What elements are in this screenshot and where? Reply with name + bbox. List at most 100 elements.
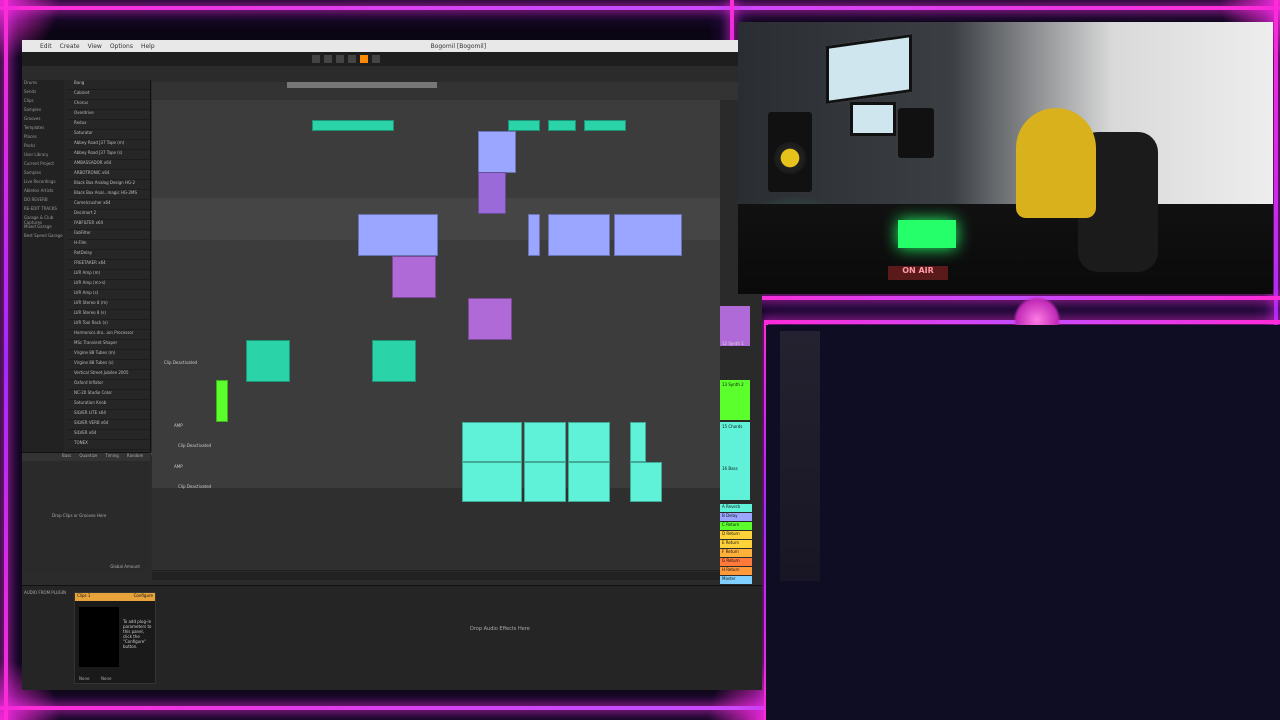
- draw-mode-button[interactable]: [372, 55, 380, 63]
- browser-item[interactable]: Vertical Street Jubilee 2005: [68, 370, 150, 380]
- play-button[interactable]: [312, 55, 320, 63]
- arrangement-view[interactable]: Clip Deactivated AMP Clip Deactivated AM…: [152, 100, 720, 571]
- clip[interactable]: [524, 462, 566, 502]
- return-track-label[interactable]: C Return: [720, 522, 752, 530]
- browser-item[interactable]: H-Film: [68, 240, 150, 250]
- browser-item[interactable]: Saturator: [68, 130, 150, 140]
- clip[interactable]: [568, 462, 610, 502]
- browser-category[interactable]: Samples: [22, 170, 64, 179]
- browser-item[interactable]: Abbey Road J37 Tape (s): [68, 150, 150, 160]
- browser-category[interactable]: Current Project: [22, 161, 64, 170]
- clip[interactable]: [462, 462, 522, 502]
- clip[interactable]: [528, 214, 540, 256]
- browser-item[interactable]: Overdrive: [68, 110, 150, 120]
- browser-category[interactable]: Mixed Garage: [22, 224, 64, 233]
- return-track-label[interactable]: A Reverb: [720, 504, 752, 512]
- browser-category[interactable]: Places: [22, 134, 64, 143]
- clip[interactable]: [478, 172, 506, 214]
- browser-item[interactable]: RetDelay: [68, 250, 150, 260]
- track-lane[interactable]: [152, 324, 720, 367]
- return-track-label[interactable]: G Return: [720, 558, 752, 566]
- timeline-ruler[interactable]: [152, 82, 762, 101]
- browser-item[interactable]: Chorus: [68, 100, 150, 110]
- browser-item[interactable]: LVR Tool Rack (s): [68, 320, 150, 330]
- browser-category[interactable]: Live Recordings: [22, 179, 64, 188]
- browser-category[interactable]: User Library: [22, 152, 64, 161]
- clip[interactable]: [630, 422, 646, 462]
- track-lane[interactable]: [152, 100, 720, 119]
- configure-button[interactable]: Configure: [134, 593, 153, 601]
- browser-item[interactable]: Camelcrusher x64: [68, 200, 150, 210]
- browser-category[interactable]: Best Speed Garage: [22, 233, 64, 242]
- record-button[interactable]: [336, 55, 344, 63]
- loop-brace[interactable]: [287, 82, 437, 88]
- browser-item[interactable]: MSc Transient Shaper: [68, 340, 150, 350]
- clip[interactable]: [508, 120, 540, 131]
- clip[interactable]: [246, 340, 290, 382]
- browser-item[interactable]: Black Box Analog Design HG-2: [68, 180, 150, 190]
- browser-item[interactable]: LVR Amp (s): [68, 290, 150, 300]
- clip[interactable]: [358, 214, 438, 256]
- browser-category[interactable]: Grooves: [22, 116, 64, 125]
- clip[interactable]: [462, 422, 522, 462]
- browser-item[interactable]: FabFilter: [68, 230, 150, 240]
- browser-item[interactable]: Black Box Anal...magic HG-2MS: [68, 190, 150, 200]
- track-lane[interactable]: [152, 118, 720, 159]
- browser-item[interactable]: Oxford Inflator: [68, 380, 150, 390]
- browser-item[interactable]: LVR Amp (m): [68, 270, 150, 280]
- browser-category[interactable]: Samples: [22, 107, 64, 116]
- browser-category[interactable]: RE-EDIT TRACKS: [22, 206, 64, 215]
- clip[interactable]: [630, 462, 662, 502]
- clip[interactable]: [392, 256, 436, 298]
- browser-item[interactable]: LVR Stereo 8 (s): [68, 310, 150, 320]
- return-track-label[interactable]: H Return: [720, 567, 752, 575]
- menu-edit[interactable]: Edit: [40, 43, 52, 50]
- browser-item[interactable]: Abbey Road J37 Tape (m): [68, 140, 150, 150]
- clip[interactable]: [468, 298, 512, 340]
- browser-item[interactable]: Virgine 88 Tubes (m): [68, 350, 150, 360]
- track-lane[interactable]: [152, 158, 720, 199]
- device-header[interactable]: Clips 1 Configure: [75, 593, 155, 601]
- clip[interactable]: [216, 380, 228, 422]
- browser-item[interactable]: Saturation Knob: [68, 400, 150, 410]
- browser-category[interactable]: Drums: [22, 80, 64, 89]
- browser-item[interactable]: Bang: [68, 80, 150, 90]
- return-track-label[interactable]: Master: [720, 576, 752, 584]
- browser-category[interactable]: Packs: [22, 143, 64, 152]
- browser-item[interactable]: TONEX: [68, 440, 150, 450]
- clip[interactable]: [312, 120, 394, 131]
- horizontal-scrollbar[interactable]: [152, 572, 720, 580]
- track-lane[interactable]: [152, 366, 720, 407]
- browser-category[interactable]: DO REVERB: [22, 197, 64, 206]
- browser-item[interactable]: Redux: [68, 120, 150, 130]
- device-slot[interactable]: Clips 1 Configure To add plug-in paramet…: [74, 592, 156, 684]
- clip[interactable]: [548, 214, 610, 256]
- browser-item[interactable]: AMBASSADOR x64: [68, 160, 150, 170]
- browser-category[interactable]: Clips: [22, 98, 64, 107]
- clip[interactable]: [372, 340, 416, 382]
- browser-item[interactable]: SILVER x64: [68, 430, 150, 440]
- browser-category[interactable]: Ableton Artists: [22, 188, 64, 197]
- browser-item[interactable]: FABFILTER x64: [68, 220, 150, 230]
- menu-create[interactable]: Create: [60, 43, 80, 50]
- return-track-label[interactable]: F Return: [720, 549, 752, 557]
- browser-category[interactable]: Garage & Club Captures: [22, 215, 64, 225]
- browser-item[interactable]: NC-20 Studio Color: [68, 390, 150, 400]
- browser-item[interactable]: ARBOTRONIC x64: [68, 170, 150, 180]
- loop-button[interactable]: [348, 55, 356, 63]
- track-lane[interactable]: [152, 282, 720, 325]
- menu-options[interactable]: Options: [110, 43, 133, 50]
- browser-item[interactable]: Virgine 88 Tubes (s): [68, 360, 150, 370]
- return-track-label[interactable]: D Return: [720, 531, 752, 539]
- clip[interactable]: [568, 422, 610, 462]
- browser-item[interactable]: LVR Stereo 8 (m): [68, 300, 150, 310]
- clip[interactable]: [584, 120, 626, 131]
- browser-item[interactable]: LVR Amp (m>s): [68, 280, 150, 290]
- menu-help[interactable]: Help: [141, 43, 155, 50]
- browser-item[interactable]: FREETAKER x64: [68, 260, 150, 270]
- browser-item[interactable]: Harmonics.dro...ion Processor: [68, 330, 150, 340]
- clip[interactable]: [524, 422, 566, 462]
- stop-button[interactable]: [324, 55, 332, 63]
- return-track-label[interactable]: B Delay: [720, 513, 752, 521]
- browser-item[interactable]: SILVER VERB x64: [68, 420, 150, 430]
